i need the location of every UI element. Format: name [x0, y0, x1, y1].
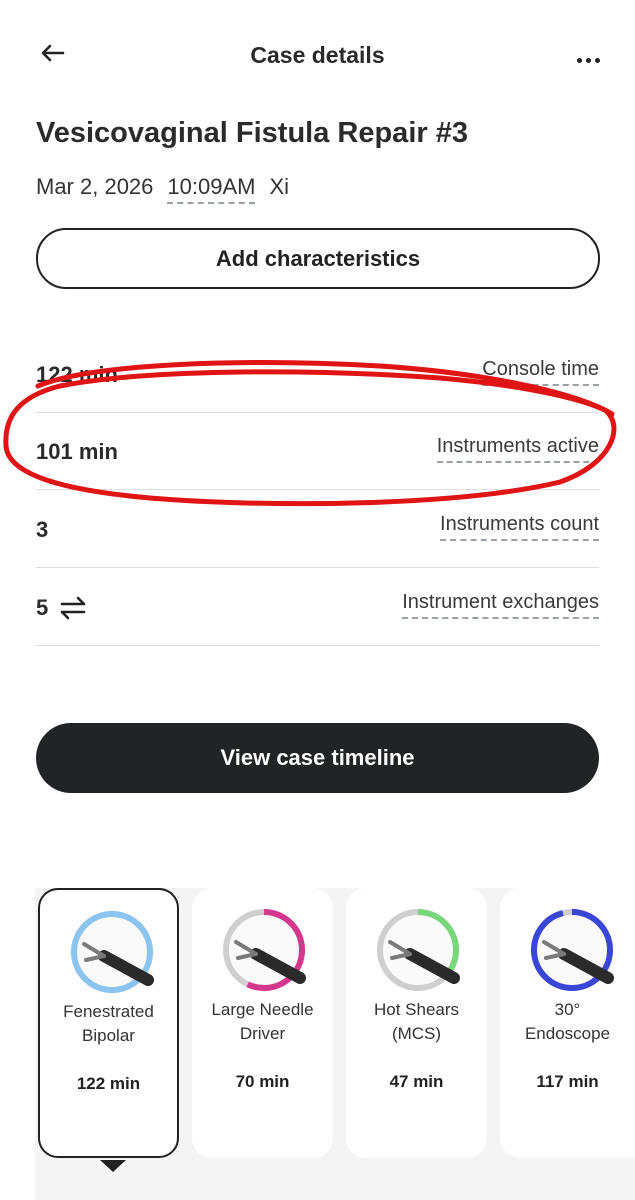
view-case-timeline-button[interactable]: View case timeline — [36, 723, 599, 793]
more-dot — [585, 57, 591, 63]
instrument-usage-ring — [71, 911, 154, 993]
instrument-card-30-endoscope[interactable]: 30° Endoscope 117 min — [500, 888, 635, 1158]
stat-label[interactable]: Instrument exchanges — [402, 591, 599, 619]
add-characteristics-button[interactable]: Add characteristics — [36, 228, 600, 289]
swap-arrows-icon — [60, 596, 86, 620]
instrument-time: 117 min — [536, 1072, 599, 1091]
more-dot — [594, 57, 600, 63]
instrument-name-line: (MCS) — [391, 1024, 442, 1043]
instrument-name-line: Bipolar — [82, 1026, 135, 1045]
stat-label[interactable]: Instruments count — [440, 513, 599, 541]
case-time[interactable]: 10:09AM — [167, 174, 256, 204]
instrument-time: 70 min — [235, 1072, 290, 1091]
red-circle-annotation — [3, 360, 617, 507]
more-options-button[interactable] — [566, 48, 610, 72]
instrument-name-line: Fenestrated — [63, 1002, 154, 1021]
instrument-usage-ring — [531, 909, 614, 991]
instrument-name-line: Large Needle — [211, 1000, 314, 1019]
instrument-name: Hot Shears (MCS) — [350, 998, 483, 1046]
stat-value-text: 5 — [36, 595, 49, 620]
instrument-name-line: Hot Shears — [373, 1000, 460, 1019]
instrument-name-line: 30° — [554, 1000, 581, 1019]
instrument-time: 47 min — [389, 1072, 444, 1091]
instrument-card-hot-shears[interactable]: Hot Shears (MCS) 47 min — [346, 888, 487, 1158]
case-meta: Mar 2, 2026 10:09AM Xi — [36, 174, 289, 204]
instrument-usage-ring — [223, 909, 306, 991]
instrument-card-fenestrated-bipolar[interactable]: Fenestrated Bipolar 122 min — [38, 888, 179, 1158]
instrument-name-line: Endoscope — [524, 1024, 611, 1043]
instrument-usage-ring — [377, 909, 460, 991]
instrument-time: 122 min — [76, 1074, 141, 1093]
instrument-name-line: Driver — [239, 1024, 286, 1043]
case-date: Mar 2, 2026 — [36, 174, 154, 199]
case-title: Vesicovaginal Fistula Repair #3 — [36, 117, 468, 149]
instrument-name: Fenestrated Bipolar — [44, 1000, 173, 1048]
stat-value: 5 — [36, 595, 88, 621]
selected-indicator — [100, 1160, 126, 1172]
case-system: Xi — [269, 174, 290, 199]
instrument-name: 30° Endoscope — [504, 998, 631, 1046]
stat-value: 3 — [36, 517, 49, 542]
instrument-card-large-needle-driver[interactable]: Large Needle Driver 70 min — [192, 888, 333, 1158]
more-horizontal-icon — [576, 57, 582, 63]
page-title: Case details — [250, 42, 385, 68]
stat-row-instrument-exchanges: 5 Instrument exchanges — [36, 569, 599, 646]
instrument-name: Large Needle Driver — [196, 998, 329, 1046]
